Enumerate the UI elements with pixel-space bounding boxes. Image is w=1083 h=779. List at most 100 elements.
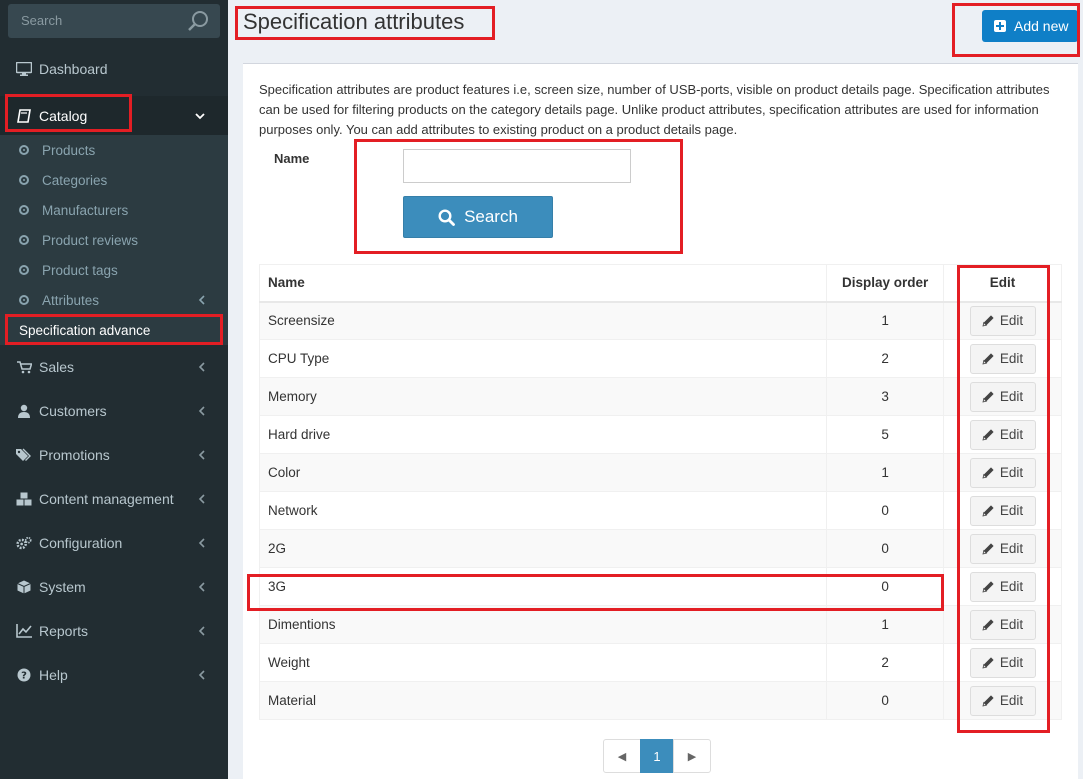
cell-edit: Edit (943, 491, 1062, 530)
user-icon (16, 403, 32, 419)
cell-display-order: 0 (826, 491, 945, 530)
book-icon (16, 108, 32, 124)
chevron-left-icon (198, 448, 205, 463)
sidebar-subitem-label: Attributes (42, 292, 100, 308)
pager-next-button[interactable]: ▶ (673, 739, 711, 773)
table-row: Weight 2 Edit (258, 643, 1062, 682)
column-header-display-order[interactable]: Display order (826, 264, 945, 303)
search-icon[interactable] (188, 10, 210, 35)
sidebar-subitem-attributes[interactable]: Attributes (0, 285, 228, 315)
cell-name: Network (258, 491, 828, 530)
sidebar-item-customers[interactable]: Customers (0, 394, 228, 428)
sidebar-item-catalog[interactable]: Catalog (0, 96, 228, 135)
sidebar-item-dashboard[interactable]: Dashboard (0, 52, 228, 86)
add-new-button[interactable]: Add new (982, 10, 1078, 42)
gears-icon (16, 535, 32, 551)
pager-prev-button[interactable]: ◀ (603, 739, 641, 773)
sidebar-subitem-product-tags[interactable]: Product tags (0, 255, 228, 285)
cell-display-order: 0 (826, 567, 945, 606)
sidebar: Search Dashboard Catalog Products Catego… (0, 0, 228, 779)
edit-button[interactable]: Edit (969, 495, 1036, 526)
cell-name: CPU Type (258, 339, 828, 378)
table-header-row: Name Display order Edit (258, 264, 1062, 303)
cubes-icon (16, 491, 32, 507)
edit-button[interactable]: Edit (969, 419, 1036, 450)
edit-button-label: Edit (999, 579, 1024, 594)
circle-icon (19, 265, 29, 275)
edit-button[interactable]: Edit (969, 343, 1036, 374)
column-header-edit: Edit (943, 264, 1062, 303)
table-row: Hard drive 5 Edit (258, 415, 1062, 454)
chevron-left-icon (198, 293, 205, 308)
edit-button-label: Edit (999, 503, 1024, 518)
sidebar-subitem-specification-advance[interactable]: Specification advance (0, 315, 228, 345)
table-row: Color 1 Edit (258, 453, 1062, 492)
column-header-name[interactable]: Name (258, 264, 828, 303)
cell-display-order: 0 (826, 681, 945, 720)
edit-button-label: Edit (999, 427, 1024, 442)
sidebar-subitem-label: Products (42, 142, 96, 158)
edit-button[interactable]: Edit (969, 305, 1036, 336)
edit-button[interactable]: Edit (969, 647, 1036, 678)
cell-name: 3G (258, 567, 828, 606)
pagination: ◀ 1 ▶ (603, 739, 711, 773)
sidebar-item-reports[interactable]: Reports (0, 614, 228, 648)
sidebar-subitem-product-reviews[interactable]: Product reviews (0, 225, 228, 255)
edit-button[interactable]: Edit (969, 533, 1036, 564)
cell-display-order: 2 (826, 339, 945, 378)
pencil-icon (982, 467, 994, 479)
sidebar-item-promotions[interactable]: Promotions (0, 438, 228, 472)
chevron-left-icon (198, 580, 205, 595)
specification-attributes-table: Name Display order Edit Screensize 1 Edit C… (258, 264, 1062, 720)
cell-edit: Edit (943, 301, 1062, 340)
pencil-icon (982, 391, 994, 403)
cell-edit: Edit (943, 605, 1062, 644)
edit-button[interactable]: Edit (969, 571, 1036, 602)
shopping-cart-icon (16, 359, 32, 375)
cell-edit: Edit (943, 567, 1062, 606)
sidebar-subitem-categories[interactable]: Categories (0, 165, 228, 195)
circle-icon (19, 205, 29, 215)
cell-name: Color (258, 453, 828, 492)
sidebar-item-system[interactable]: System (0, 570, 228, 604)
edit-button[interactable]: Edit (969, 457, 1036, 488)
sidebar-subitem-manufacturers[interactable]: Manufacturers (0, 195, 228, 225)
pager-page-1[interactable]: 1 (640, 739, 674, 773)
name-label: Name (274, 151, 310, 166)
cell-name: Hard drive (258, 415, 828, 454)
sidebar-item-label: Content management (39, 491, 174, 507)
name-search-input[interactable] (403, 149, 631, 183)
edit-button[interactable]: Edit (969, 609, 1036, 640)
edit-button-label: Edit (999, 465, 1024, 480)
page-title: Specification attributes (243, 9, 465, 34)
pencil-icon (982, 657, 994, 669)
search-button[interactable]: Search (403, 196, 553, 238)
edit-button-label: Edit (999, 693, 1024, 708)
edit-button-label: Edit (999, 617, 1024, 632)
cell-name: Screensize (258, 301, 828, 340)
sidebar-subitem-products[interactable]: Products (0, 135, 228, 165)
chevron-left-icon (198, 360, 205, 375)
cell-display-order: 2 (826, 643, 945, 682)
sidebar-item-sales[interactable]: Sales (0, 350, 228, 384)
chevron-left-icon (198, 404, 205, 419)
edit-button[interactable]: Edit (969, 381, 1036, 412)
sidebar-subitem-label: Product tags (42, 262, 118, 278)
sidebar-item-configuration[interactable]: Configuration (0, 526, 228, 560)
sidebar-item-help[interactable]: ? Help (0, 658, 228, 692)
sidebar-item-label: Help (39, 667, 68, 683)
chevron-left-icon (198, 536, 205, 551)
sidebar-item-content-management[interactable]: Content management (0, 482, 228, 516)
edit-button-label: Edit (999, 351, 1024, 366)
tags-icon (16, 447, 32, 463)
edit-button[interactable]: Edit (969, 685, 1036, 716)
sidebar-search-input[interactable]: Search (8, 4, 220, 38)
edit-button-label: Edit (999, 389, 1024, 404)
table-row: Memory 3 Edit (258, 377, 1062, 416)
page-description: Specification attributes are product fea… (259, 82, 1050, 137)
cell-display-order: 1 (826, 301, 945, 340)
line-chart-icon (16, 623, 32, 639)
cell-name: 2G (258, 529, 828, 568)
cell-name: Memory (258, 377, 828, 416)
pencil-icon (982, 353, 994, 365)
